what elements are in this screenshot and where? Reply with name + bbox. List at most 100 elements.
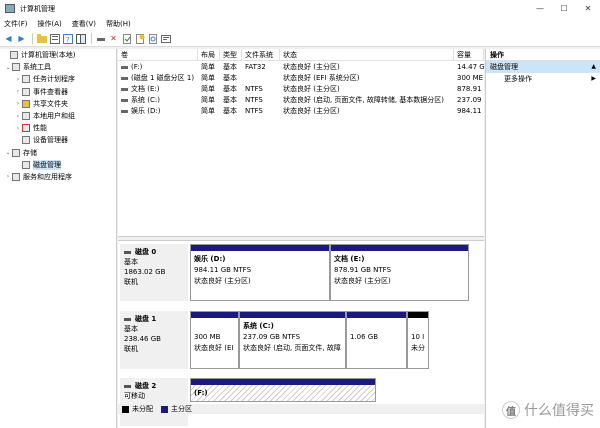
export-icon[interactable] [160, 33, 171, 44]
legend-swatch-primary [161, 405, 168, 413]
users-icon [22, 112, 30, 121]
volume-row[interactable]: (F:) 简单 基本 FAT32 状态良好 (主分区) 14.47 G [118, 62, 484, 73]
watermark: 值 什么值得买 [502, 400, 594, 420]
tree-node-label: 任务计划程序 [33, 75, 75, 84]
maximize-button[interactable]: ☐ [552, 0, 576, 17]
computer-management-window: 计算机管理 — ☐ ✕ 文件(F) 操作(A) 查看(V) 帮助(H) ◀ ▶ … [0, 0, 600, 428]
tree-node-label: 计算机管理(本地) [21, 51, 76, 60]
properties-icon[interactable] [49, 33, 60, 44]
actions-pane: 操作 磁盘管理 ▲ 更多操作 ▶ [485, 49, 600, 428]
unallocated-partition[interactable]: 10 I 未分 [407, 311, 429, 369]
partition-size: 300 MB [194, 333, 221, 341]
column-header-capacity[interactable]: 容量 [454, 49, 484, 61]
menu-help[interactable]: 帮助(H) [106, 19, 131, 29]
disk-icon [124, 384, 131, 388]
partition[interactable]: 300 MB 状态良好 (EI [190, 311, 239, 369]
volume-layout: 简单 [201, 96, 215, 104]
collapse-triangle-icon[interactable]: ▲ [591, 61, 596, 73]
tree-node-disk-management[interactable]: 磁盘管理 [0, 159, 116, 171]
close-button[interactable]: ✕ [576, 0, 600, 17]
tree-expander-icon[interactable]: › [14, 100, 22, 107]
navigation-tree: 计算机管理(本地) ⌄ 系统工具 › 任务计划程序 › 事件查看器 › 共享文件… [0, 49, 117, 428]
tree-node-task-scheduler[interactable]: › 任务计划程序 [0, 73, 116, 85]
minimize-button[interactable]: — [528, 0, 552, 17]
tree-node-label: 性能 [33, 124, 47, 133]
legend-label: 未分配 [132, 405, 153, 413]
disk-kind: 基本 [124, 258, 138, 266]
column-header-type[interactable]: 类型 [220, 49, 242, 61]
disk-name: 磁盘 1 [135, 315, 157, 323]
volume-icon [121, 65, 128, 69]
performance-icon [22, 124, 30, 133]
volume-row[interactable]: 文档 (E:) 简单 基本 NTFS 状态良好 (主分区) 878.91 [118, 84, 484, 95]
connect-icon[interactable] [95, 33, 106, 44]
disk-info[interactable]: 磁盘 0 基本 1863.02 GB 联机 [120, 244, 188, 301]
back-arrow-icon[interactable]: ◀ [3, 33, 14, 44]
actions-section-disk-management[interactable]: 磁盘管理 ▲ [486, 61, 600, 73]
tree-node-storage[interactable]: ⌄ 存储 [0, 147, 116, 159]
partition-name [411, 321, 425, 332]
partition[interactable]: 1.06 GB [346, 311, 407, 369]
delete-icon[interactable]: ✕ [108, 33, 119, 44]
more-actions-item[interactable]: 更多操作 ▶ [486, 73, 600, 85]
tree-expander-icon[interactable]: ⌄ [4, 149, 12, 156]
partition[interactable]: (F:) [190, 378, 376, 402]
tree-node-local-users[interactable]: › 本地用户和组 [0, 110, 116, 122]
window-title: 计算机管理 [20, 4, 55, 13]
partition[interactable]: 文档 (E:) 878.91 GB NTFS 状态良好 (主分区) [330, 244, 469, 301]
up-folder-icon[interactable] [36, 33, 47, 44]
volume-type: 基本 [223, 85, 237, 93]
tree-node-label: 共享文件夹 [33, 99, 68, 108]
partition-name: 文档 (E:) [334, 255, 365, 263]
tree-node-system-tools[interactable]: ⌄ 系统工具 [0, 61, 116, 73]
menu-view[interactable]: 查看(V) [72, 19, 96, 29]
tree-expander-icon[interactable]: › [14, 125, 22, 132]
disk-0: 磁盘 0 基本 1863.02 GB 联机 娱乐 (D:) 984.11 GB … [118, 244, 484, 301]
tree-node-device-manager[interactable]: 设备管理器 [0, 134, 116, 146]
help-icon[interactable]: ? [62, 33, 73, 44]
legend-label: 主分区 [171, 405, 192, 413]
tree-expander-icon[interactable]: › [14, 88, 22, 95]
tree-expander-icon[interactable]: › [14, 76, 22, 83]
volume-list: (F:) 简单 基本 FAT32 状态良好 (主分区) 14.47 G (磁盘 … [118, 62, 484, 117]
tree-expander-icon[interactable]: ⌄ [4, 64, 12, 71]
column-header-layout[interactable]: 布局 [198, 49, 220, 61]
tree-node-event-viewer[interactable]: › 事件查看器 [0, 86, 116, 98]
disk-info[interactable]: 磁盘 1 基本 238.46 GB 联机 [120, 311, 188, 369]
show-hide-tree-icon[interactable] [75, 33, 86, 44]
menu-file[interactable]: 文件(F) [4, 19, 28, 29]
volume-row[interactable]: 系统 (C:) 简单 基本 NTFS 状态良好 (启动, 页面文件, 故障转储,… [118, 95, 484, 106]
column-header-filesystem[interactable]: 文件系统 [242, 49, 280, 61]
tree-expander-icon[interactable]: › [14, 113, 22, 120]
column-header-volume[interactable]: 卷 [118, 49, 198, 61]
volume-icon [121, 109, 128, 113]
toolbar-separator [32, 33, 33, 44]
tree-expander-icon[interactable]: › [4, 173, 12, 180]
check-icon[interactable] [121, 33, 132, 44]
disk-graphical-view: 磁盘 0 基本 1863.02 GB 联机 娱乐 (D:) 984.11 GB … [118, 241, 484, 428]
partition-size: 10 I [411, 333, 425, 341]
legend-swatch-unallocated [122, 405, 129, 413]
volume-row[interactable]: (磁盘 1 磁盘分区 1) 简单 基本 状态良好 (EFI 系统分区) 300 … [118, 73, 484, 84]
tree-node-services-apps[interactable]: › 服务和应用程序 [0, 171, 116, 183]
volume-filesystem: NTFS [245, 96, 263, 104]
disk-kind: 基本 [124, 325, 138, 333]
partition[interactable]: 娱乐 (D:) 984.11 GB NTFS 状态良好 (主分区) [190, 244, 330, 301]
menu-action[interactable]: 操作(A) [38, 19, 62, 29]
column-header-status[interactable]: 状态 [280, 49, 454, 61]
tree-node-performance[interactable]: › 性能 [0, 122, 116, 134]
partition-name [350, 321, 403, 332]
partition-name: 娱乐 (D:) [194, 255, 226, 263]
forward-arrow-icon[interactable]: ▶ [16, 33, 27, 44]
volume-capacity: 237.09 [457, 96, 482, 104]
tree-node-computer-management[interactable]: 计算机管理(本地) [0, 49, 116, 61]
disk-icon [124, 250, 131, 254]
volume-row[interactable]: 娱乐 (D:) 简单 基本 NTFS 状态良好 (主分区) 984.11 [118, 106, 484, 117]
search-icon[interactable] [147, 33, 158, 44]
new-icon[interactable] [134, 33, 145, 44]
volume-type: 基本 [223, 74, 237, 82]
partition[interactable]: 系统 (C:) 237.09 GB NTFS 状态良好 (启动, 页面文件, 故… [239, 311, 346, 369]
disk-info[interactable]: 磁盘 2 可移动 [120, 378, 188, 426]
partition-status: 状态良好 (EI [194, 344, 234, 352]
tree-node-shared-folders[interactable]: › 共享文件夹 [0, 98, 116, 110]
